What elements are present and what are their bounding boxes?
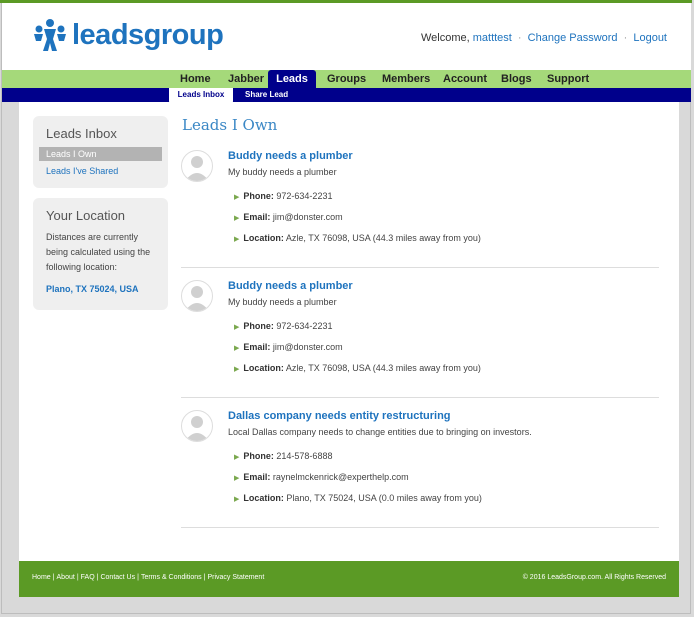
phone-label: Phone:: [243, 191, 274, 201]
bullet-arrow-icon: ▶: [234, 454, 240, 461]
nav-home[interactable]: Home: [180, 70, 211, 88]
email-value: raynelmckenrick@experthelp.com: [272, 472, 409, 482]
bullet-arrow-icon: ▶: [234, 324, 240, 331]
leads-inbox-title: Leads Inbox: [46, 126, 117, 141]
sub-nav: Leads Inbox Share Lead: [2, 88, 691, 103]
lead-phone: ▶ Phone: 214-578-6888: [234, 451, 332, 461]
lead-description: Local Dallas company needs to change ent…: [228, 427, 532, 437]
footer-link-about[interactable]: About: [57, 574, 75, 581]
lead-phone: ▶ Phone: 972-634-2231: [234, 191, 332, 201]
lead-location: ▶ Location: Azle, TX 76098, USA (44.3 mil…: [234, 363, 481, 373]
leads-inbox-box: Leads Inbox Leads I Own Leads I've Share…: [33, 116, 168, 188]
lead-card: Buddy needs a plumber My buddy needs a p…: [181, 280, 659, 398]
nav-account[interactable]: Account: [443, 70, 487, 88]
footer-link-home[interactable]: Home: [32, 574, 51, 581]
email-label: Email:: [243, 212, 271, 222]
username-link[interactable]: matttest: [473, 32, 512, 44]
bullet-arrow-icon: ▶: [234, 215, 240, 222]
logo[interactable]: leadsgroup: [32, 17, 224, 53]
sidebar-item-leads-i-own[interactable]: Leads I Own: [39, 147, 162, 161]
lead-description: My buddy needs a plumber: [228, 297, 337, 307]
page-title: Leads I Own: [182, 116, 278, 134]
nav-support[interactable]: Support: [547, 70, 589, 88]
lead-card: Buddy needs a plumber My buddy needs a p…: [181, 150, 659, 268]
location-label: Location:: [243, 233, 284, 243]
separator: ·: [517, 32, 522, 44]
email-value: jim@donster.com: [272, 212, 343, 222]
footer: Home | About | FAQ | Contact Us | Terms & Condit…: [19, 561, 679, 597]
location-value: Plano, TX 75024, USA (0.0 miles away fro…: [286, 493, 482, 503]
separator: ·: [623, 32, 628, 44]
lead-email: ▶ Email: raynelmckenrick@experthelp.com: [234, 472, 409, 482]
nav-members[interactable]: Members: [382, 70, 430, 88]
location-label: Location:: [243, 493, 284, 503]
location-value: Azle, TX 76098, USA (44.3 miles away fro…: [285, 233, 481, 243]
lead-title-link[interactable]: Buddy needs a plumber: [228, 280, 353, 292]
separator: |: [52, 574, 55, 581]
avatar-icon: [181, 150, 213, 182]
location-description: Distances are currently being calculated…: [46, 232, 151, 272]
nav-groups[interactable]: Groups: [327, 70, 366, 88]
phone-value: 972-634-2231: [276, 321, 333, 331]
footer-link-terms[interactable]: Terms & Conditions: [141, 574, 202, 581]
bullet-arrow-icon: ▶: [234, 366, 240, 373]
your-location-box: Your Location Distances are currently be…: [33, 198, 168, 310]
welcome-text: Welcome,: [420, 32, 470, 44]
footer-link-privacy[interactable]: Privacy Statement: [207, 574, 264, 581]
change-password-link[interactable]: Change Password: [528, 32, 618, 44]
your-location-title: Your Location: [46, 208, 126, 223]
phone-value: 214-578-6888: [276, 451, 333, 461]
copyright-text: © 2016 LeadsGroup.com. All Rights Reserv…: [522, 574, 666, 581]
people-group-icon: [34, 19, 66, 51]
bullet-arrow-icon: ▶: [234, 194, 240, 201]
separator: |: [203, 574, 206, 581]
bullet-arrow-icon: ▶: [234, 236, 240, 243]
lead-phone: ▶ Phone: 972-634-2231: [234, 321, 332, 331]
location-label: Location:: [243, 363, 284, 373]
lead-location: ▶ Location: Plano, TX 75024, USA (0.0 mil…: [234, 493, 482, 503]
bullet-arrow-icon: ▶: [234, 345, 240, 352]
main-nav: Home Jabber Leads Groups Members Account…: [2, 70, 691, 88]
bullet-arrow-icon: ▶: [234, 475, 240, 482]
email-value: jim@donster.com: [272, 342, 343, 352]
separator: |: [96, 574, 99, 581]
lead-email: ▶ Email: jim@donster.com: [234, 212, 343, 222]
nav-leads[interactable]: Leads: [268, 70, 316, 88]
logout-link[interactable]: Logout: [633, 32, 667, 44]
subnav-share-lead[interactable]: Share Lead: [245, 88, 288, 102]
email-label: Email:: [243, 472, 271, 482]
footer-link-contact[interactable]: Contact Us: [100, 574, 135, 581]
phone-label: Phone:: [243, 321, 274, 331]
lead-email: ▶ Email: jim@donster.com: [234, 342, 343, 352]
header: leadsgroup Welcome, matttest · Change Pa…: [2, 3, 691, 70]
separator: |: [137, 574, 139, 581]
lead-title-link[interactable]: Dallas company needs entity restructurin…: [228, 410, 451, 422]
sidebar-item-leads-shared[interactable]: Leads I've Shared: [39, 164, 162, 178]
separator: |: [76, 574, 79, 581]
nav-jabber[interactable]: Jabber: [228, 70, 264, 88]
logo-text: leadsgroup: [72, 18, 224, 51]
lead-card: Dallas company needs entity restructurin…: [181, 410, 659, 528]
nav-blogs[interactable]: Blogs: [501, 70, 532, 88]
user-bar: Welcome, matttest · Change Password · Lo…: [421, 32, 667, 44]
bullet-arrow-icon: ▶: [234, 496, 240, 503]
content-area: Leads Inbox Leads I Own Leads I've Share…: [19, 102, 679, 561]
phone-label: Phone:: [243, 451, 274, 461]
footer-link-faq[interactable]: FAQ: [81, 574, 95, 581]
avatar-icon: [181, 410, 213, 442]
current-location-link[interactable]: Plano, TX 75024, USA: [33, 275, 168, 294]
lead-description: My buddy needs a plumber: [228, 167, 337, 177]
email-label: Email:: [243, 342, 271, 352]
footer-links: Home | About | FAQ | Contact Us | Terms & Condit…: [32, 574, 264, 581]
avatar-icon: [181, 280, 213, 312]
subnav-leads-inbox[interactable]: Leads Inbox: [169, 88, 233, 103]
location-value: Azle, TX 76098, USA (44.3 miles away fro…: [285, 363, 481, 373]
lead-title-link[interactable]: Buddy needs a plumber: [228, 150, 353, 162]
lead-location: ▶ Location: Azle, TX 76098, USA (44.3 mil…: [234, 233, 481, 243]
phone-value: 972-634-2231: [276, 191, 333, 201]
